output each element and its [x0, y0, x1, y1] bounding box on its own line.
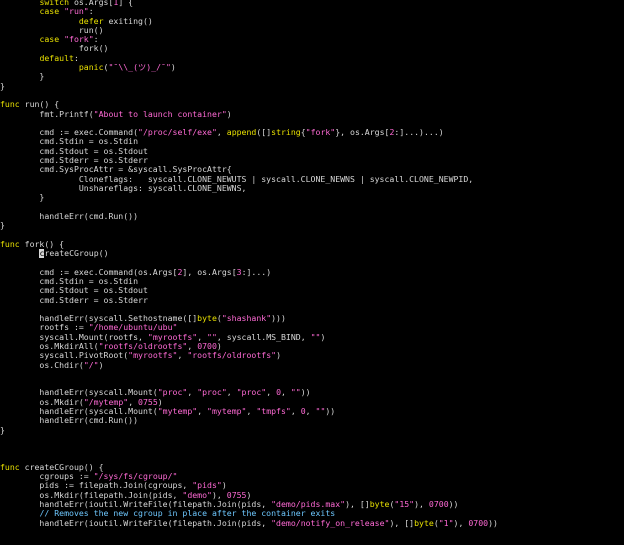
- code-line: handleErr(ioutil.WriteFile(filepath.Join…: [0, 517, 498, 528]
- code-token: }: [0, 192, 45, 203]
- code-token: ,: [216, 127, 227, 138]
- code-token: "shashank": [221, 313, 272, 324]
- code-token: )): [325, 406, 336, 417]
- code-token: string: [271, 127, 301, 138]
- code-token: }, os.Args[: [335, 127, 390, 138]
- code-token: cmd.Stderr = os.Stderr: [0, 294, 148, 305]
- code-line: handleErr(cmd.Run()): [0, 210, 498, 221]
- code-token: handleErr(cmd.Run()): [0, 210, 139, 221]
- code-token: byte: [414, 517, 434, 528]
- code-token: ], os.Args[: [182, 266, 237, 277]
- code-line: os.Chdir("/"): [0, 359, 498, 370]
- code-token: "mytemp": [157, 406, 198, 417]
- code-token: ,: [305, 406, 316, 417]
- code-token: 0700: [468, 517, 489, 528]
- code-token: handleErr(cmd.Run()): [0, 415, 139, 426]
- code-token: ([]: [256, 127, 272, 138]
- code-token: byte: [369, 499, 390, 510]
- code-line: }: [0, 80, 498, 91]
- code-line: }: [0, 220, 498, 231]
- code-token: "tmpfs": [256, 406, 291, 417]
- code-line: fmt.Printf("About to launch container"): [0, 108, 498, 119]
- code-token: :]...)...): [394, 127, 444, 138]
- code-token: "About to launch container": [93, 108, 227, 119]
- code-token: }: [0, 71, 45, 82]
- code-token: )): [448, 499, 459, 510]
- code-token: }: [0, 424, 5, 435]
- code-token: "¯\\_(ツ)_/¯": [108, 62, 171, 73]
- code-token: }: [0, 220, 5, 231]
- code-token: ): [320, 331, 326, 342]
- code-token: ): [226, 108, 232, 119]
- code-token: "demo/notify_on_release": [271, 517, 390, 528]
- code-token: handleErr(ioutil.WriteFile(filepath.Join…: [0, 517, 272, 528]
- code-line: }: [0, 72, 498, 81]
- code-line: panic("¯\\_(ツ)_/¯"): [0, 62, 498, 73]
- code-token: ,: [290, 406, 301, 417]
- code-token: append: [226, 127, 257, 138]
- code-token: ): [170, 62, 176, 73]
- code-token: ),: [414, 499, 429, 510]
- code-line: createCGroup(): [0, 248, 498, 259]
- code-token: ,: [281, 387, 291, 398]
- code-token: ): [276, 350, 281, 361]
- code-token: "1": [438, 517, 454, 528]
- code-token: "": [290, 387, 301, 398]
- code-token: "/": [83, 359, 99, 370]
- terminal-editor[interactable]: switch os.Args[1] { case "run": defer ex…: [0, 0, 624, 545]
- code-token: "mytemp": [207, 406, 247, 417]
- code-line: handleErr(cmd.Run()): [0, 416, 498, 425]
- code-token: ] {: [118, 0, 134, 7]
- code-line: cmd.Stderr = os.Stderr: [0, 294, 498, 305]
- code-token: fmt.Printf(: [0, 108, 94, 119]
- code-token: ),: [453, 517, 469, 528]
- code-token: ,: [197, 406, 208, 417]
- code-line: }: [0, 424, 498, 435]
- code-token: "myrootfs": [128, 350, 178, 361]
- code-token: "/proc/self/exe": [138, 127, 217, 138]
- code-token: os.Chdir(: [0, 359, 84, 370]
- code-token: , syscall.MS_BIND,: [216, 331, 311, 342]
- code-token: reateCGroup(): [44, 248, 109, 259]
- code-token: ))): [271, 313, 286, 324]
- code-token: "rootfs/oldrootfs": [187, 350, 277, 361]
- code-token: ): [98, 359, 104, 370]
- code-token: "proc": [236, 387, 267, 398]
- code-token: ), []: [345, 499, 370, 510]
- code-token: ,: [246, 406, 257, 417]
- code-token: "": [315, 406, 326, 417]
- code-line: }: [0, 193, 498, 202]
- code-token: "15": [394, 499, 415, 510]
- code-token: ,: [177, 350, 188, 361]
- code-token: "proc": [197, 387, 227, 398]
- code-token: exiting(): [103, 15, 153, 26]
- code-token: "fork": [305, 127, 336, 138]
- code-token: 0700: [428, 499, 449, 510]
- code-token: )): [300, 387, 311, 398]
- code-token: "": [310, 331, 321, 342]
- code-token: :]...): [241, 266, 272, 277]
- code-token: ,: [266, 387, 277, 398]
- code-token: }: [0, 80, 5, 91]
- code-token: )): [488, 517, 498, 528]
- code-token: byte: [197, 313, 217, 324]
- code-line: Unshareflags: syscall.CLONE_NEWNS,: [0, 183, 498, 193]
- code-token: ), []: [389, 517, 415, 528]
- code-buffer[interactable]: switch os.Args[1] { case "run": defer ex…: [0, 0, 498, 528]
- code-token: ,: [226, 387, 237, 398]
- code-token: ,: [187, 387, 198, 398]
- code-token: panic: [78, 62, 104, 73]
